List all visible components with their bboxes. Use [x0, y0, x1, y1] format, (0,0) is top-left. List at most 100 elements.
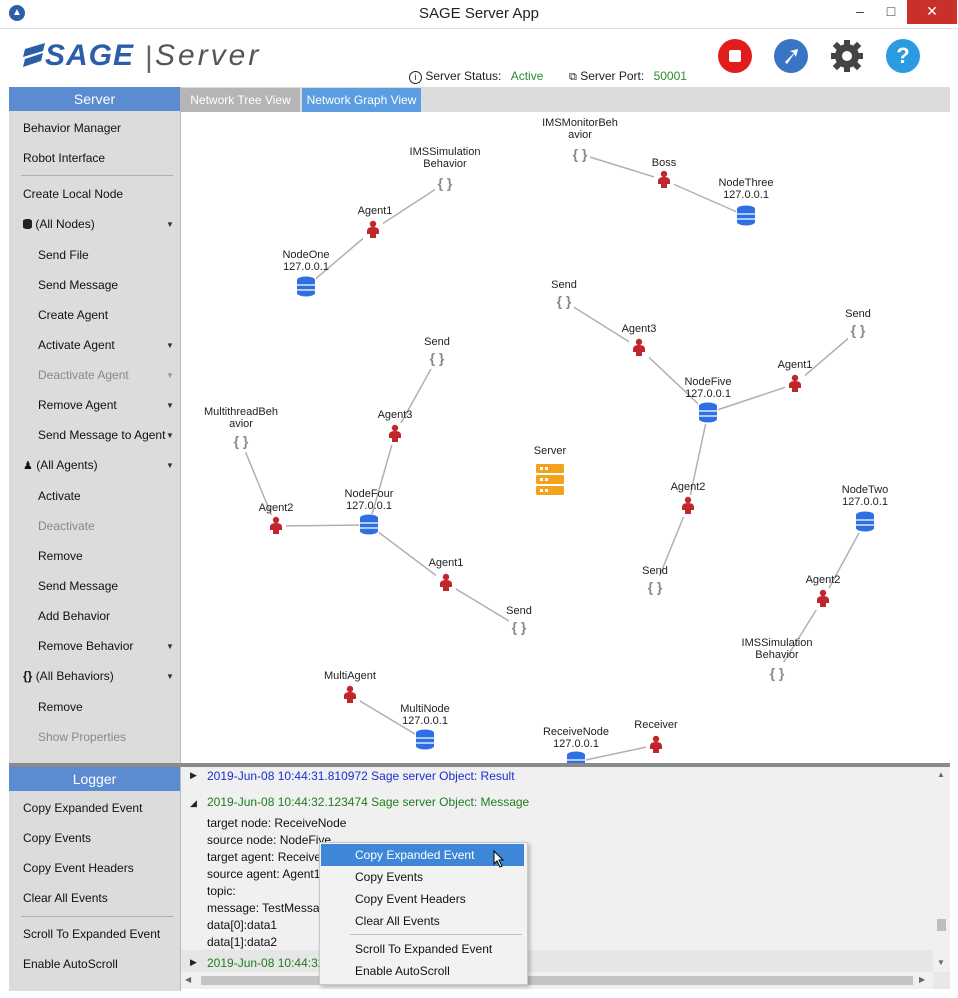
log-detail-line: target node: ReceiveNode [207, 816, 347, 830]
log-event-row[interactable]: 2019-Jun-08 10:44:32. [207, 956, 328, 970]
create-agent-item[interactable]: Create Agent [38, 308, 108, 322]
share-button[interactable] [774, 39, 808, 73]
braces-icon: { } [512, 619, 527, 635]
scroll-thumb[interactable] [201, 976, 913, 985]
all-nodes-dropdown[interactable]: (All Nodes) [23, 217, 95, 231]
robot-interface-item[interactable]: Robot Interface [23, 151, 105, 165]
graph-node-ims-sim-1[interactable]: { } IMSSimulationBehavior [410, 146, 481, 194]
ctx-enable-autoscroll[interactable]: Enable AutoScroll [321, 960, 524, 982]
graph-node-agent2-b[interactable]: Agent2 [671, 481, 706, 517]
graph-node-receiver[interactable]: Receiver [634, 719, 678, 756]
scroll-thumb[interactable] [937, 919, 946, 931]
scroll-left-icon[interactable]: ◀ [185, 975, 191, 984]
all-agents-label: (All Agents) [36, 458, 98, 472]
enable-autoscroll-item[interactable]: Enable AutoScroll [23, 957, 118, 971]
graph-node-agent1-b[interactable]: Agent1 [778, 359, 813, 395]
graph-node-multi-node[interactable]: MultiNode127.0.0.1 [400, 703, 450, 751]
deactivate-agent-item[interactable]: Deactivate Agent [38, 368, 129, 382]
graph-node-send-d[interactable]: { } Send [642, 565, 668, 598]
log-event-row[interactable]: 2019-Jun-08 10:44:31.810972 Sage server … [207, 769, 515, 783]
deactivate-item[interactable]: Deactivate [38, 519, 95, 533]
copy-event-headers-item[interactable]: Copy Event Headers [23, 861, 134, 875]
expand-arrow-icon[interactable]: ▶ [190, 770, 197, 781]
all-agents-dropdown[interactable]: ♟ (All Agents) [23, 458, 98, 472]
braces-icon: { } [648, 579, 663, 595]
scroll-to-expanded-event-item[interactable]: Scroll To Expanded Event [23, 927, 160, 941]
graph-node-agent2-a[interactable]: Agent2 [259, 502, 294, 537]
graph-node-server[interactable]: Server [534, 445, 567, 495]
create-local-node-item[interactable]: Create Local Node [23, 187, 123, 201]
scroll-right-icon[interactable]: ▶ [919, 975, 925, 984]
graph-node-node-five[interactable]: NodeFive127.0.0.1 [684, 376, 732, 424]
expand-arrow-icon[interactable]: ▶ [190, 957, 197, 968]
ctx-copy-events[interactable]: Copy Events [321, 866, 524, 888]
tab-network-tree-view[interactable]: Network Tree View [181, 88, 300, 112]
activate-agent-item[interactable]: Activate Agent [38, 338, 115, 352]
graph-node-label: Behavior [423, 158, 467, 170]
graph-node-send-c[interactable]: { } Send [424, 336, 450, 369]
chevron-down-icon: ▼ [166, 672, 174, 681]
collapse-arrow-icon[interactable]: ◢ [190, 798, 197, 809]
scroll-down-icon[interactable]: ▼ [937, 958, 945, 967]
graph-node-multithread[interactable]: { } MultithreadBehavior [204, 406, 278, 452]
ctx-scroll-to-expanded-event[interactable]: Scroll To Expanded Event [321, 938, 524, 960]
agent-send-message-item[interactable]: Send Message [38, 579, 118, 593]
clear-all-events-item[interactable]: Clear All Events [23, 891, 108, 905]
graph-node-send-b[interactable]: { } Send [845, 308, 871, 341]
stop-server-button[interactable] [718, 39, 752, 73]
graph-node-label: MultithreadBeh [204, 406, 278, 418]
behavior-manager-item[interactable]: Behavior Manager [23, 121, 121, 135]
graph-node-boss[interactable]: Boss [652, 157, 677, 191]
remove-agent-item[interactable]: Remove Agent [38, 398, 117, 412]
settings-button[interactable] [830, 39, 864, 73]
graph-node-label: Send [551, 279, 577, 291]
all-behaviors-label: (All Behaviors) [35, 669, 114, 683]
graph-node-agent3-b[interactable]: Agent3 [378, 409, 413, 445]
ctx-copy-event-headers[interactable]: Copy Event Headers [321, 888, 524, 910]
all-behaviors-dropdown[interactable]: {} (All Behaviors) [23, 669, 114, 683]
database-icon [856, 511, 874, 532]
graph-node-label: Agent1 [429, 557, 464, 569]
network-graph[interactable]: { } IMSMonitorBeh avior Boss NodeThree 127.0.… [181, 112, 950, 763]
log-event-row-expanded[interactable]: 2019-Jun-08 10:44:32.123474 Sage server … [207, 795, 529, 809]
graph-node-multi-agent[interactable]: MultiAgent [324, 670, 376, 706]
minimize-button[interactable]: ‒ [845, 0, 875, 24]
event-log[interactable]: ▶ 2019-Jun-08 10:44:31.810972 Sage serve… [181, 767, 933, 972]
server-port: ⧉ Server Port: 50001 [569, 69, 687, 84]
sage-logo-icon [23, 43, 45, 67]
copy-events-item[interactable]: Copy Events [23, 831, 91, 845]
graph-node-ims-monitor[interactable]: { } IMSMonitorBehavior [542, 117, 618, 165]
tab-network-graph-view[interactable]: Network Graph View [302, 88, 421, 112]
send-file-item[interactable]: Send File [38, 248, 89, 262]
graph-node-ims-sim-2[interactable]: { } IMSSimulationBehavior [742, 637, 813, 684]
send-message-to-agent-item[interactable]: Send Message to Agent [38, 428, 165, 442]
help-button[interactable]: ? [886, 39, 920, 73]
chevron-down-icon: ▼ [166, 371, 174, 380]
graph-node-agent1-c[interactable]: Agent1 [429, 557, 464, 594]
graph-node-label: 127.0.0.1 [346, 500, 392, 512]
graph-node-node-four[interactable]: NodeFour127.0.0.1 [345, 488, 394, 536]
remove-behavior-item[interactable]: Remove Behavior [38, 639, 133, 653]
graph-node-node-two[interactable]: NodeTwo127.0.0.1 [842, 484, 888, 533]
chevron-down-icon: ▼ [166, 431, 174, 440]
network-graph-canvas[interactable]: { }IMSMonitorBehavior Boss NodeThree127.0.… [181, 112, 950, 763]
graph-node-send-a[interactable]: { } Send [551, 279, 577, 312]
show-properties-item[interactable]: Show Properties [38, 730, 126, 744]
graph-node-label: 127.0.0.1 [283, 261, 329, 273]
graph-node-agent1-a[interactable]: Agent1 [358, 205, 393, 241]
graph-node-agent2-c[interactable]: Agent2 [806, 574, 841, 610]
send-message-item[interactable]: Send Message [38, 278, 118, 292]
scroll-up-icon[interactable]: ▲ [937, 770, 945, 779]
maximize-button[interactable]: □ [876, 0, 906, 24]
add-behavior-item[interactable]: Add Behavior [38, 609, 110, 623]
ctx-clear-all-events[interactable]: Clear All Events [321, 910, 524, 932]
remove-item[interactable]: Remove [38, 549, 83, 563]
copy-expanded-event-item[interactable]: Copy Expanded Event [23, 801, 142, 815]
behavior-remove-item[interactable]: Remove [38, 700, 83, 714]
log-vertical-scrollbar[interactable]: ▲ ▼ [933, 767, 950, 972]
activate-item[interactable]: Activate [38, 489, 81, 503]
close-button[interactable]: ✕ [907, 0, 957, 24]
graph-node-node-three[interactable]: NodeThree127.0.0.1 [718, 177, 774, 227]
graph-node-send-e[interactable]: { } Send [506, 605, 532, 638]
log-horizontal-scrollbar[interactable]: ◀ ▶ [181, 972, 933, 989]
